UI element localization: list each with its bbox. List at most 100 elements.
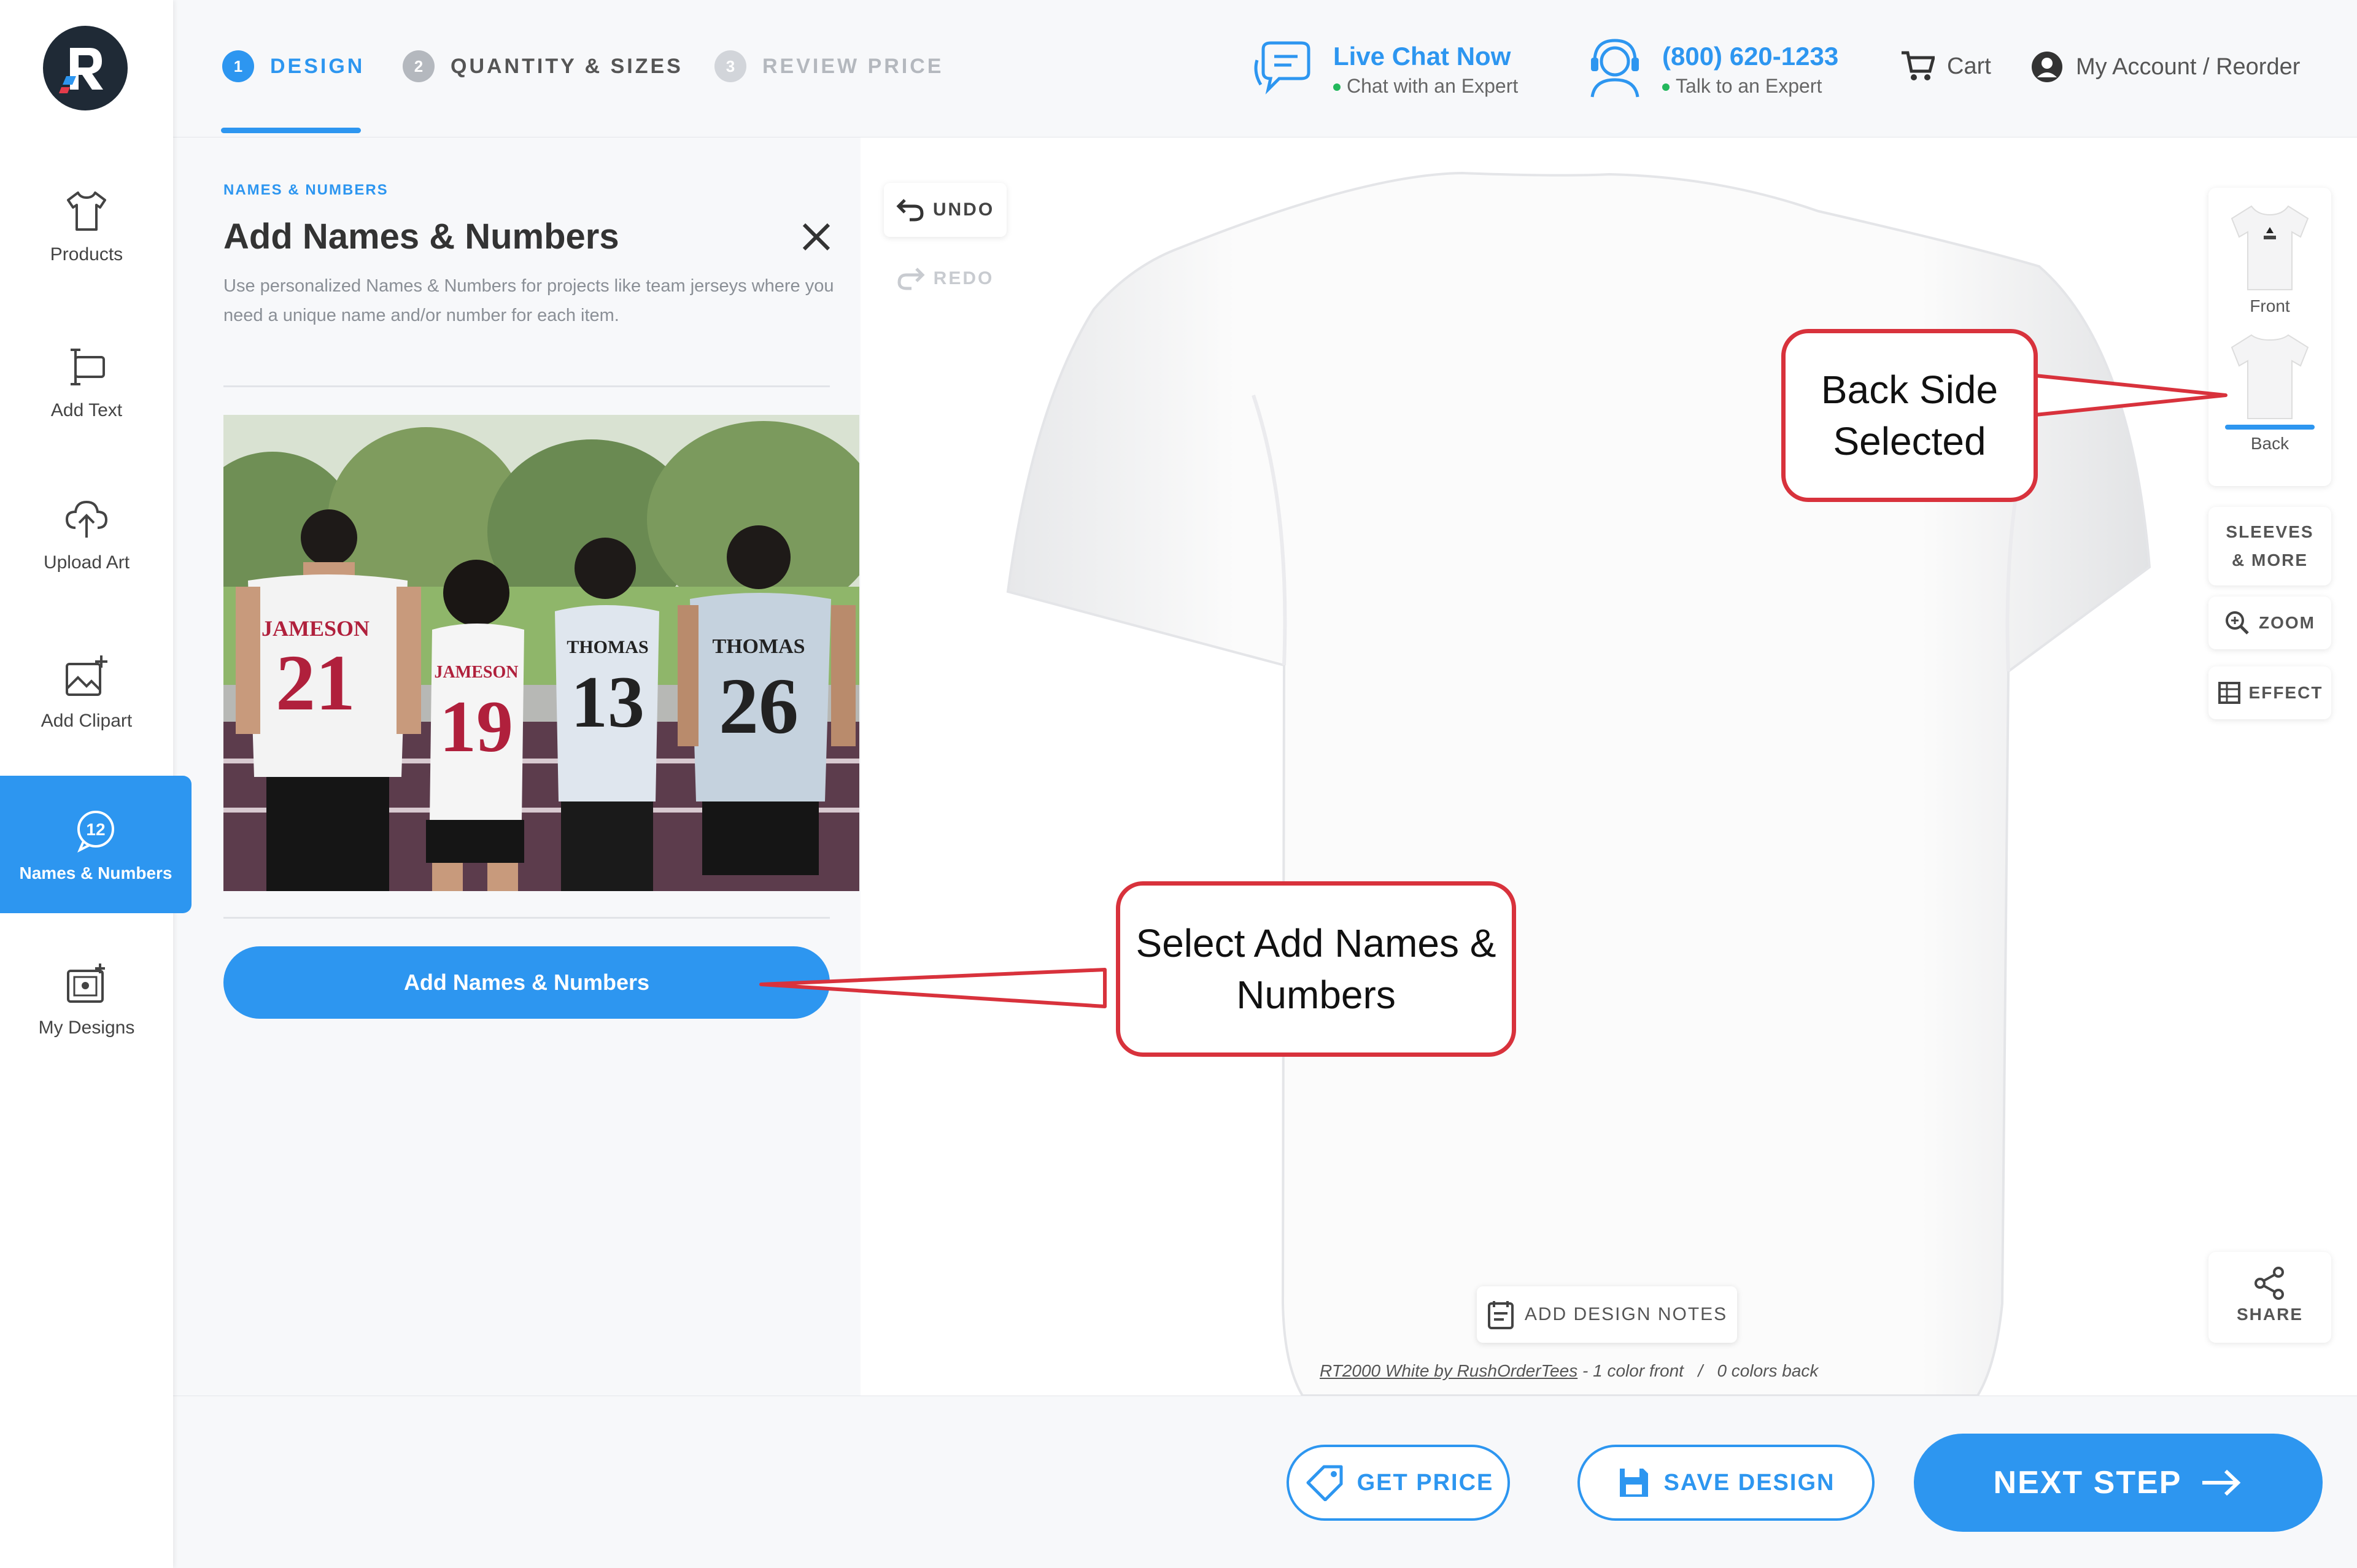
- phone-link[interactable]: (800) 620-1233 Talk to an Expert: [1581, 36, 1838, 103]
- jersey-name: JAMESON: [261, 616, 370, 641]
- left-sidebar: Products Add Text Upload Art Add Clipart…: [0, 0, 192, 1568]
- jersey-number: 19: [439, 686, 513, 767]
- price-tag-icon: [1306, 1465, 1343, 1501]
- caption-separator: /: [1698, 1361, 1703, 1380]
- step-number: 1: [222, 50, 254, 82]
- redo-icon: [897, 268, 925, 290]
- effect-icon: [2218, 682, 2240, 704]
- text-cursor-icon: [71, 349, 105, 385]
- callout-back-side-selected: Back Side Selected: [1781, 329, 2038, 502]
- headset-icon: [1590, 39, 1639, 98]
- step-review-price[interactable]: 3 REVIEW PRICE: [714, 50, 943, 82]
- r-logo-icon: [59, 48, 103, 93]
- view-label: Front: [2250, 296, 2290, 315]
- jersey-name: THOMAS: [567, 637, 648, 657]
- cloud-upload-icon: [65, 500, 108, 538]
- save-design-label: SAVE DESIGN: [1663, 1469, 1835, 1496]
- cart-link[interactable]: Cart: [1900, 50, 1991, 82]
- view-label: Back: [2250, 434, 2289, 453]
- user-account-icon: [2032, 52, 2062, 82]
- live-chat-subtitle: Chat with an Expert: [1347, 74, 1519, 97]
- my-account-link[interactable]: My Account / Reorder: [2030, 50, 2300, 83]
- next-step-label: NEXT STEP: [1993, 1465, 2182, 1500]
- share-button[interactable]: SHARE: [2208, 1252, 2331, 1343]
- sidebar-item-my-designs[interactable]: My Designs: [0, 930, 173, 1068]
- divider: [223, 917, 830, 919]
- live-chat-link[interactable]: Live Chat Now Chat with an Expert: [1252, 36, 1518, 103]
- undo-icon: [896, 199, 924, 222]
- team-jerseys-photo: JAMESON 21 JAMESON 19 THOMAS 13 THOMAS 2…: [223, 415, 859, 891]
- sidebar-item-label: Upload Art: [43, 552, 130, 573]
- brand-logo[interactable]: [43, 26, 128, 110]
- sidebar-item-label: Add Clipart: [41, 711, 133, 731]
- panel-description: Use personalized Names & Numbers for pro…: [223, 276, 834, 325]
- share-label: SHARE: [2236, 1305, 2303, 1324]
- tshirt-icon: [67, 191, 106, 231]
- product-link[interactable]: RT2000 White by RushOrderTees: [1320, 1361, 1577, 1380]
- sidebar-item-label: Products: [50, 244, 123, 265]
- badge-number: 12: [86, 820, 105, 839]
- undo-button[interactable]: UNDO: [884, 183, 1007, 237]
- arrow-right-icon: [2202, 1469, 2241, 1496]
- image-plus-icon: [66, 655, 107, 696]
- phone-subtitle: Talk to an Expert: [1676, 74, 1822, 97]
- add-design-notes-label: ADD DESIGN NOTES: [1524, 1304, 1728, 1324]
- redo-button[interactable]: REDO: [884, 254, 1007, 303]
- sidebar-item-add-clipart[interactable]: Add Clipart: [0, 624, 173, 761]
- callout-select-add-names: Select Add Names & Numbers: [1116, 881, 1516, 1057]
- view-back[interactable]: Back: [2221, 329, 2319, 458]
- number-badge-icon: 12: [77, 811, 114, 853]
- cart-label: Cart: [1947, 53, 1991, 79]
- live-chat-title: Live Chat Now: [1333, 41, 1511, 71]
- team-jerseys-illustration: JAMESON 21 JAMESON 19 THOMAS 13 THOMAS 2…: [223, 415, 859, 891]
- sidebar-item-label: Add Text: [50, 400, 123, 420]
- sidebar-item-add-text[interactable]: Add Text: [0, 313, 173, 450]
- jersey-number: 13: [571, 661, 644, 743]
- step-number: 2: [403, 50, 435, 82]
- my-account-label: My Account / Reorder: [2076, 53, 2301, 80]
- close-icon[interactable]: [799, 220, 834, 254]
- panel-title: Add Names & Numbers: [223, 217, 619, 257]
- save-disk-icon: [1619, 1469, 1648, 1497]
- step-design[interactable]: 1 DESIGN: [222, 50, 365, 82]
- notes-icon: [1487, 1301, 1514, 1329]
- online-status-dot: [1662, 83, 1670, 91]
- next-step-button[interactable]: NEXT STEP: [1914, 1434, 2323, 1532]
- online-status-dot: [1333, 83, 1341, 91]
- zoom-label: ZOOM: [2259, 613, 2315, 632]
- step-label: QUANTITY & SIZES: [451, 54, 683, 78]
- add-design-notes-button[interactable]: ADD DESIGN NOTES: [1477, 1286, 1737, 1343]
- share-icon: [2254, 1267, 2284, 1300]
- get-price-button[interactable]: GET PRICE: [1287, 1445, 1510, 1521]
- product-caption: RT2000 White by RushOrderTees - 1 color …: [1320, 1361, 1819, 1380]
- sidebar-item-upload-art[interactable]: Upload Art: [0, 465, 173, 603]
- tshirt-back-mockup: [1006, 171, 2151, 1396]
- caption-back: 0 colors back: [1717, 1361, 1819, 1380]
- undo-label: UNDO: [932, 199, 995, 220]
- panel-kicker: NAMES & NUMBERS: [223, 182, 389, 198]
- design-canvas[interactable]: [861, 137, 2357, 1396]
- sleeves-more-button[interactable]: SLEEVES & MORE: [2208, 507, 2331, 585]
- sidebar-item-products[interactable]: Products: [0, 157, 173, 295]
- step-label: DESIGN: [270, 54, 365, 78]
- zoom-button[interactable]: ZOOM: [2208, 597, 2331, 649]
- phone-number: (800) 620-1233: [1662, 41, 1839, 71]
- jersey-name: JAMESON: [435, 663, 519, 682]
- cart-icon: [1902, 51, 1935, 80]
- step-quantity-sizes[interactable]: 2 QUANTITY & SIZES: [403, 50, 683, 82]
- effect-button[interactable]: EFFECT: [2208, 666, 2331, 719]
- view-selector: Front Back: [2208, 188, 2331, 486]
- sidebar-item-label: Names & Numbers: [19, 863, 172, 882]
- sidebar-item-names-numbers[interactable]: 12 Names & Numbers: [0, 776, 192, 913]
- add-names-numbers-button[interactable]: Add Names & Numbers: [223, 946, 830, 1019]
- divider: [223, 385, 830, 387]
- chat-bubble-icon: [1254, 41, 1310, 95]
- view-front[interactable]: Front: [2221, 200, 2319, 320]
- caption-front: 1 color front: [1593, 1361, 1684, 1380]
- save-design-button[interactable]: SAVE DESIGN: [1577, 1445, 1875, 1521]
- tshirt-front-thumb-icon: [2231, 205, 2309, 290]
- effect-label: EFFECT: [2248, 683, 2323, 702]
- step-number: 3: [714, 50, 746, 82]
- jersey-number: 21: [276, 639, 355, 727]
- active-step-indicator: [221, 128, 361, 133]
